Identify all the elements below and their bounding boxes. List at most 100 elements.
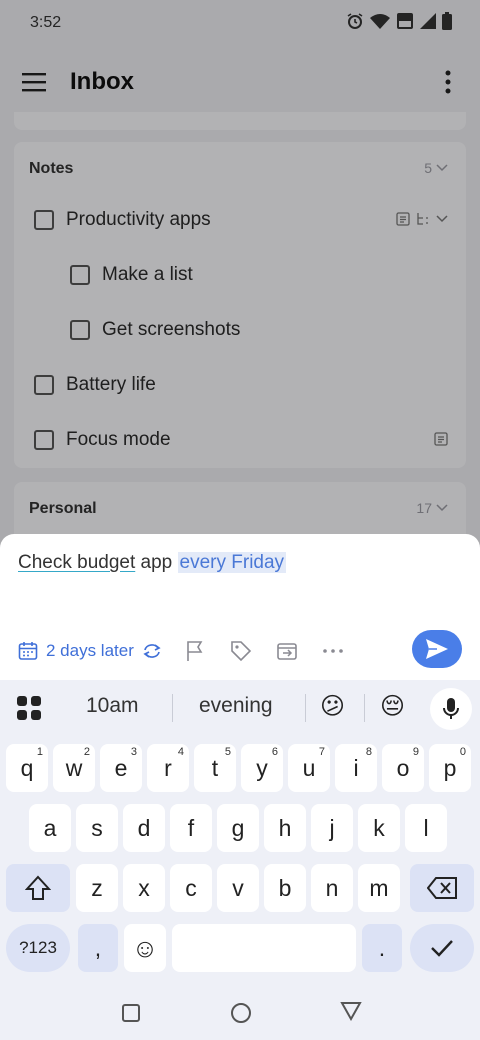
key-label: a bbox=[43, 814, 57, 841]
key-g[interactable]: g bbox=[217, 804, 259, 852]
key-label: n bbox=[325, 874, 339, 901]
key-o[interactable]: o9 bbox=[382, 744, 424, 792]
back-icon[interactable] bbox=[340, 1001, 362, 1021]
priority-button[interactable] bbox=[182, 638, 208, 664]
tag-button[interactable] bbox=[228, 638, 254, 664]
key-label: z bbox=[91, 874, 103, 901]
task-input[interactable]: Check budget app every Friday bbox=[18, 552, 287, 574]
key-hint: 4 bbox=[177, 746, 184, 758]
emoji-suggestion-1[interactable]: 😕 bbox=[320, 692, 345, 721]
key-e[interactable]: e3 bbox=[100, 744, 142, 792]
home-icon[interactable] bbox=[230, 1002, 252, 1024]
shift-icon bbox=[25, 875, 51, 900]
move-list-icon bbox=[277, 643, 297, 660]
date-chip[interactable]: 2 days later bbox=[18, 641, 162, 661]
space-key[interactable] bbox=[172, 924, 356, 972]
key-s[interactable]: s bbox=[76, 804, 118, 852]
suggestion-divider bbox=[364, 694, 365, 722]
key-h[interactable]: h bbox=[264, 804, 306, 852]
key-x[interactable]: x bbox=[123, 864, 165, 912]
key-label: d bbox=[137, 814, 151, 841]
key-z[interactable]: z bbox=[76, 864, 118, 912]
suggestion-strip: 10am evening 😕 😔 bbox=[0, 680, 480, 736]
key-r[interactable]: r4 bbox=[147, 744, 189, 792]
apps-grid-icon bbox=[17, 696, 41, 720]
key-label: g bbox=[231, 814, 245, 841]
key-label: v bbox=[232, 874, 244, 901]
key-j[interactable]: j bbox=[311, 804, 353, 852]
key-i[interactable]: i8 bbox=[335, 744, 377, 792]
key-t[interactable]: t5 bbox=[194, 744, 236, 792]
period-key[interactable]: . bbox=[362, 924, 402, 972]
key-label: m bbox=[369, 874, 389, 901]
key-label: y bbox=[256, 754, 268, 781]
emoji-suggestion-2[interactable]: 😔 bbox=[380, 692, 405, 721]
key-hint: 5 bbox=[224, 746, 231, 758]
emoji-key[interactable]: ☺ bbox=[124, 924, 166, 972]
key-label: p bbox=[443, 754, 457, 781]
quick-add-sheet: Check budget app every Friday 2 days lat… bbox=[0, 534, 480, 680]
shift-key[interactable] bbox=[6, 864, 70, 912]
key-label: u bbox=[302, 754, 316, 781]
microphone-icon bbox=[443, 698, 459, 719]
symbols-key[interactable]: ?123 bbox=[6, 924, 70, 972]
key-d[interactable]: d bbox=[123, 804, 165, 852]
key-label: b bbox=[278, 874, 292, 901]
key-m[interactable]: m bbox=[358, 864, 400, 912]
key-k[interactable]: k bbox=[358, 804, 400, 852]
key-label: l bbox=[423, 814, 429, 841]
soft-keyboard: 10am evening 😕 😔 ?123 , ☺ . q1w2e3r4t5y6… bbox=[0, 680, 480, 1040]
comma-key[interactable]: , bbox=[78, 924, 118, 972]
key-hint: 6 bbox=[271, 746, 278, 758]
calendar-icon bbox=[18, 642, 38, 660]
key-hint: 8 bbox=[365, 746, 372, 758]
key-q[interactable]: q1 bbox=[6, 744, 48, 792]
keyboard-menu-button[interactable] bbox=[16, 695, 42, 721]
input-text: app bbox=[135, 552, 178, 573]
key-label: j bbox=[329, 814, 335, 841]
more-horizontal-icon bbox=[323, 649, 343, 653]
key-f[interactable]: f bbox=[170, 804, 212, 852]
key-l[interactable]: l bbox=[405, 804, 447, 852]
key-label: k bbox=[373, 814, 385, 841]
key-label: o bbox=[396, 754, 410, 781]
key-b[interactable]: b bbox=[264, 864, 306, 912]
suggestion-divider bbox=[172, 694, 173, 722]
key-v[interactable]: v bbox=[217, 864, 259, 912]
key-w[interactable]: w2 bbox=[53, 744, 95, 792]
key-hint: 2 bbox=[83, 746, 90, 758]
key-y[interactable]: y6 bbox=[241, 744, 283, 792]
checkmark-icon bbox=[431, 940, 453, 957]
tag-icon bbox=[231, 641, 252, 662]
key-c[interactable]: c bbox=[170, 864, 212, 912]
system-navigation-bar bbox=[0, 990, 480, 1040]
key-label: h bbox=[278, 814, 292, 841]
key-label: e bbox=[114, 754, 128, 781]
recognized-date-text: every Friday bbox=[177, 552, 287, 573]
send-button[interactable] bbox=[412, 630, 462, 668]
key-u[interactable]: u7 bbox=[288, 744, 330, 792]
key-label: s bbox=[91, 814, 103, 841]
backspace-key[interactable] bbox=[410, 864, 474, 912]
key-hint: 3 bbox=[130, 746, 137, 758]
suggestion-2[interactable]: evening bbox=[199, 694, 273, 718]
recents-icon[interactable] bbox=[121, 1003, 141, 1023]
key-label: x bbox=[138, 874, 150, 901]
key-a[interactable]: a bbox=[29, 804, 71, 852]
backspace-icon bbox=[427, 877, 457, 899]
key-n[interactable]: n bbox=[311, 864, 353, 912]
flag-icon bbox=[187, 641, 203, 661]
more-options-button[interactable] bbox=[320, 638, 346, 664]
suggestion-1[interactable]: 10am bbox=[86, 694, 139, 718]
scrim-overlay[interactable] bbox=[0, 0, 480, 560]
key-hint: 9 bbox=[412, 746, 419, 758]
key-label: r bbox=[164, 754, 172, 781]
voice-input-button[interactable] bbox=[430, 688, 472, 730]
key-label: c bbox=[185, 874, 197, 901]
move-to-list-button[interactable] bbox=[274, 638, 300, 664]
enter-key[interactable] bbox=[410, 924, 474, 972]
key-label: w bbox=[65, 754, 83, 781]
date-chip-label: 2 days later bbox=[46, 641, 134, 660]
key-label: q bbox=[20, 754, 34, 781]
key-p[interactable]: p0 bbox=[429, 744, 471, 792]
